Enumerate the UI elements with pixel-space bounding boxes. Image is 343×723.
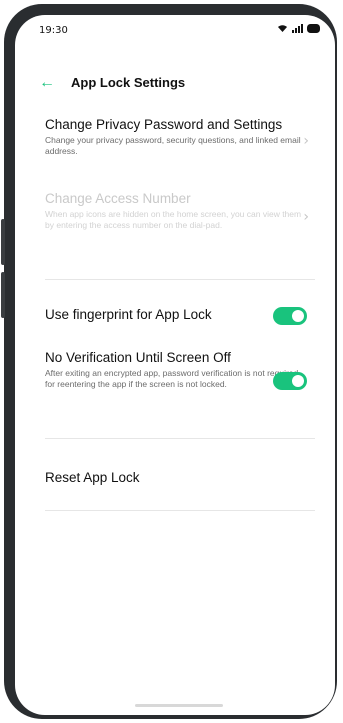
fingerprint-toggle[interactable] bbox=[273, 307, 307, 325]
item-desc: After exiting an encrypted app, password… bbox=[45, 368, 299, 389]
status-time: 19:30 bbox=[39, 25, 68, 36]
toggle-knob bbox=[292, 375, 304, 387]
divider bbox=[45, 510, 315, 511]
divider bbox=[45, 279, 315, 280]
page-title: App Lock Settings bbox=[71, 75, 186, 90]
no-verification-item[interactable]: No Verification Until Screen Off After e… bbox=[45, 350, 315, 390]
change-privacy-password-item[interactable]: Change Privacy Password and Settings Cha… bbox=[45, 117, 315, 157]
wifi-icon bbox=[278, 25, 287, 32]
divider bbox=[45, 438, 315, 439]
header: ← App Lock Settings bbox=[39, 74, 186, 90]
home-indicator[interactable] bbox=[135, 704, 223, 707]
item-title: Change Access Number bbox=[45, 191, 191, 206]
chevron-right-icon: › bbox=[303, 209, 309, 225]
item-title: Change Privacy Password and Settings bbox=[45, 117, 283, 132]
screen: 19:30 ← App Lock Settings Change Privacy… bbox=[15, 15, 335, 715]
volume-up-button bbox=[1, 219, 5, 265]
change-access-number-item: Change Access Number When app icons are … bbox=[45, 191, 315, 231]
volume-down-button bbox=[1, 272, 5, 318]
phone-frame: 19:30 ← App Lock Settings Change Privacy… bbox=[1, 4, 337, 719]
reset-app-lock-item[interactable]: Reset App Lock bbox=[45, 470, 315, 485]
toggle-knob bbox=[292, 310, 304, 322]
item-title: No Verification Until Screen Off bbox=[45, 350, 231, 365]
chevron-right-icon: › bbox=[303, 133, 309, 149]
fingerprint-toggle-item[interactable]: Use fingerprint for App Lock bbox=[45, 307, 315, 325]
item-title: Reset App Lock bbox=[45, 470, 140, 485]
back-arrow-icon[interactable]: ← bbox=[39, 74, 57, 90]
status-icons bbox=[277, 24, 321, 33]
no-verification-toggle[interactable] bbox=[273, 372, 307, 390]
item-desc: Change your privacy password, security q… bbox=[45, 135, 301, 156]
signal-icon bbox=[292, 24, 303, 33]
item-desc: When app icons are hidden on the home sc… bbox=[45, 209, 302, 230]
battery-icon bbox=[307, 24, 320, 33]
